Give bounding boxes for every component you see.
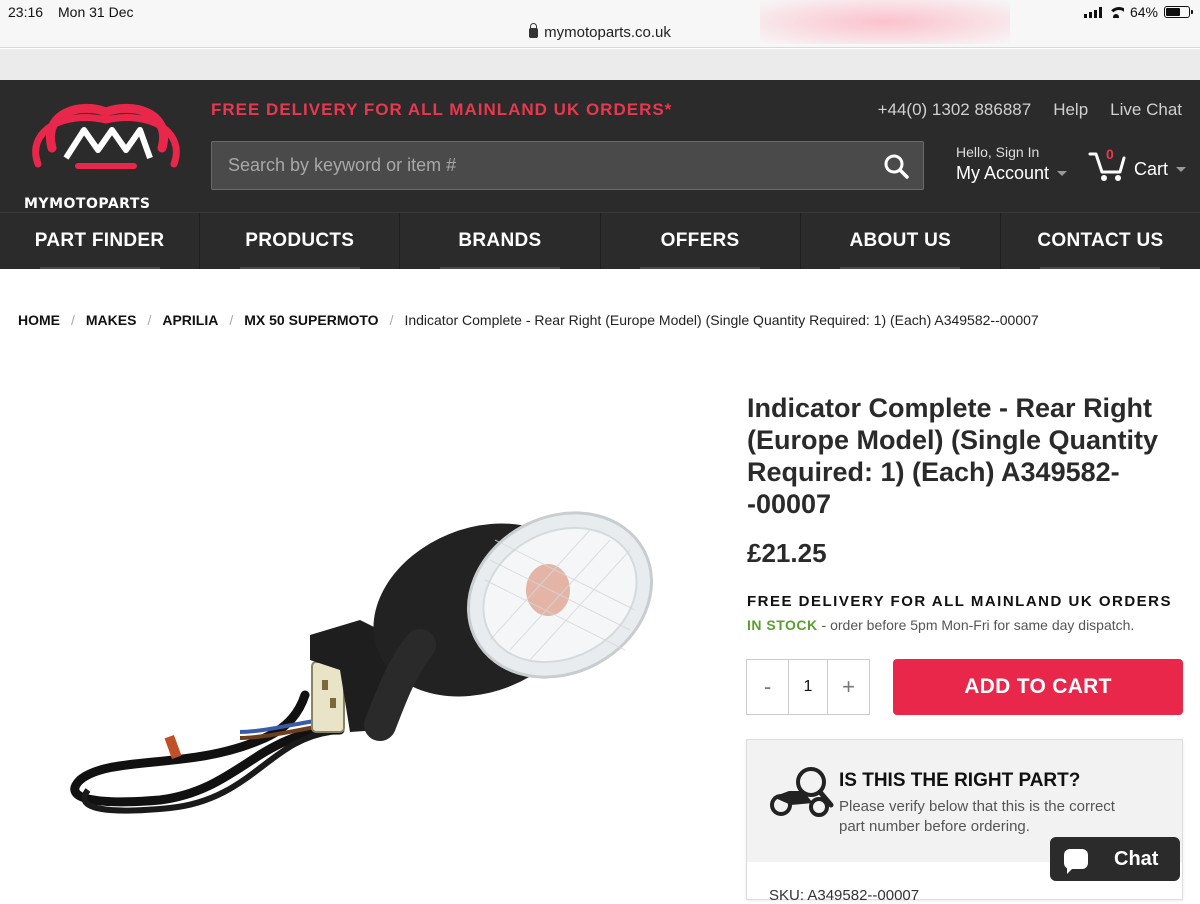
chat-label: Chat: [1114, 847, 1159, 870]
chat-bubble-icon: [1064, 849, 1088, 874]
right-part-description: Please verify below that this is the cor…: [839, 798, 1115, 835]
breadcrumb-home[interactable]: HOME: [18, 312, 60, 328]
signal-icon: [1083, 6, 1102, 18]
address-url: mymotoparts.co.uk: [544, 24, 671, 41]
chat-widget-button[interactable]: Chat: [1050, 837, 1180, 881]
breadcrumb: HOME / MAKES / APRILIA / MX 50 SUPERMOTO…: [18, 312, 1039, 328]
product-price: £21.25: [747, 538, 827, 568]
nav-offers[interactable]: OFFERS: [601, 213, 801, 269]
search-icon[interactable]: [883, 153, 909, 179]
account-label: My Account: [956, 163, 1050, 183]
nav-part-finder[interactable]: PART FINDER: [0, 213, 201, 269]
dispatch-note: - order before 5pm Mon-Fri for same day …: [817, 617, 1135, 633]
nav-brands[interactable]: BRANDS: [400, 213, 601, 269]
right-part-heading: IS THIS THE RIGHT PART?: [839, 770, 1081, 791]
promo-banner: FREE DELIVERY FOR ALL MAINLAND UK ORDERS…: [211, 100, 673, 119]
search-bar: [211, 141, 924, 190]
breadcrumb-separator: /: [71, 312, 75, 328]
cart-count: 0: [1106, 146, 1114, 162]
wifi-icon: [1107, 6, 1124, 18]
breadcrumb-model[interactable]: MX 50 SUPERMOTO: [244, 312, 378, 328]
browser-toolbar-gap: [0, 49, 1200, 80]
status-time: 23:16: [8, 4, 44, 20]
stock-status: IN STOCK - order before 5pm Mon-Fri for …: [747, 617, 1134, 633]
nav-products[interactable]: PRODUCTS: [200, 213, 401, 269]
phone-link[interactable]: +44(0) 1302 886887: [878, 100, 1032, 120]
motorbike-search-icon: [770, 767, 834, 817]
product-title: Indicator Complete - Rear Right (Europe …: [747, 393, 1158, 519]
lock-icon: [529, 23, 539, 38]
cart-button[interactable]: 0 Cart: [1088, 146, 1187, 182]
add-to-cart-button[interactable]: ADD TO CART: [893, 659, 1183, 715]
in-stock-label: IN STOCK: [747, 617, 818, 633]
nav-about-us[interactable]: ABOUT US: [801, 213, 1001, 269]
main-nav: PART FINDER PRODUCTS BRANDS OFFERS ABOUT…: [0, 212, 1200, 269]
breadcrumb-separator: /: [229, 312, 234, 328]
site-logo[interactable]: MYMOTOPARTS: [22, 102, 190, 212]
chevron-down-icon: [1176, 167, 1187, 172]
status-right: 64%: [1083, 4, 1193, 20]
breadcrumb-makes[interactable]: MAKES: [86, 312, 137, 328]
live-chat-link[interactable]: Live Chat: [1110, 100, 1182, 120]
qty-input[interactable]: 1: [788, 660, 828, 714]
help-link[interactable]: Help: [1053, 100, 1088, 120]
account-menu[interactable]: Hello, Sign In My Account: [956, 144, 1068, 184]
sku-label: SKU: A349582--00007: [769, 887, 920, 904]
battery-percent: 64%: [1129, 4, 1158, 20]
status-bar: 23:16 Mon 31 Dec mymotoparts.co.uk 64%: [0, 0, 1200, 48]
top-links: +44(0) 1302 886887 Help Live Chat: [878, 100, 1182, 120]
cart-label: Cart: [1134, 159, 1169, 179]
breadcrumb-separator: /: [389, 312, 394, 328]
product-image[interactable]: [40, 470, 680, 850]
account-greeting: Hello, Sign In: [956, 144, 1040, 160]
quantity-stepper: - 1 +: [746, 659, 870, 715]
delivery-note: FREE DELIVERY FOR ALL MAINLAND UK ORDERS: [747, 593, 1173, 610]
qty-minus-button[interactable]: -: [747, 660, 788, 714]
search-input[interactable]: [212, 142, 872, 189]
account-label-row: My Account: [956, 163, 1068, 184]
breadcrumb-current: Indicator Complete - Rear Right (Europe …: [404, 312, 1039, 328]
qty-plus-button[interactable]: +: [828, 660, 869, 714]
logo-text: MYMOTOPARTS: [24, 196, 151, 212]
logo-graphic: [32, 103, 180, 169]
chevron-down-icon: [1057, 171, 1068, 176]
cart-label-row: Cart: [1134, 159, 1187, 182]
address-bar[interactable]: mymotoparts.co.uk: [0, 23, 1200, 41]
breadcrumb-aprilia[interactable]: APRILIA: [162, 312, 218, 328]
nav-contact-us[interactable]: CONTACT US: [1001, 213, 1200, 269]
status-date: Mon 31 Dec: [58, 4, 134, 20]
battery-fill: [1166, 8, 1181, 16]
breadcrumb-separator: /: [147, 312, 152, 328]
battery-icon: [1164, 6, 1193, 18]
site-header: MYMOTOPARTS FREE DELIVERY FOR ALL MAINLA…: [0, 80, 1200, 212]
